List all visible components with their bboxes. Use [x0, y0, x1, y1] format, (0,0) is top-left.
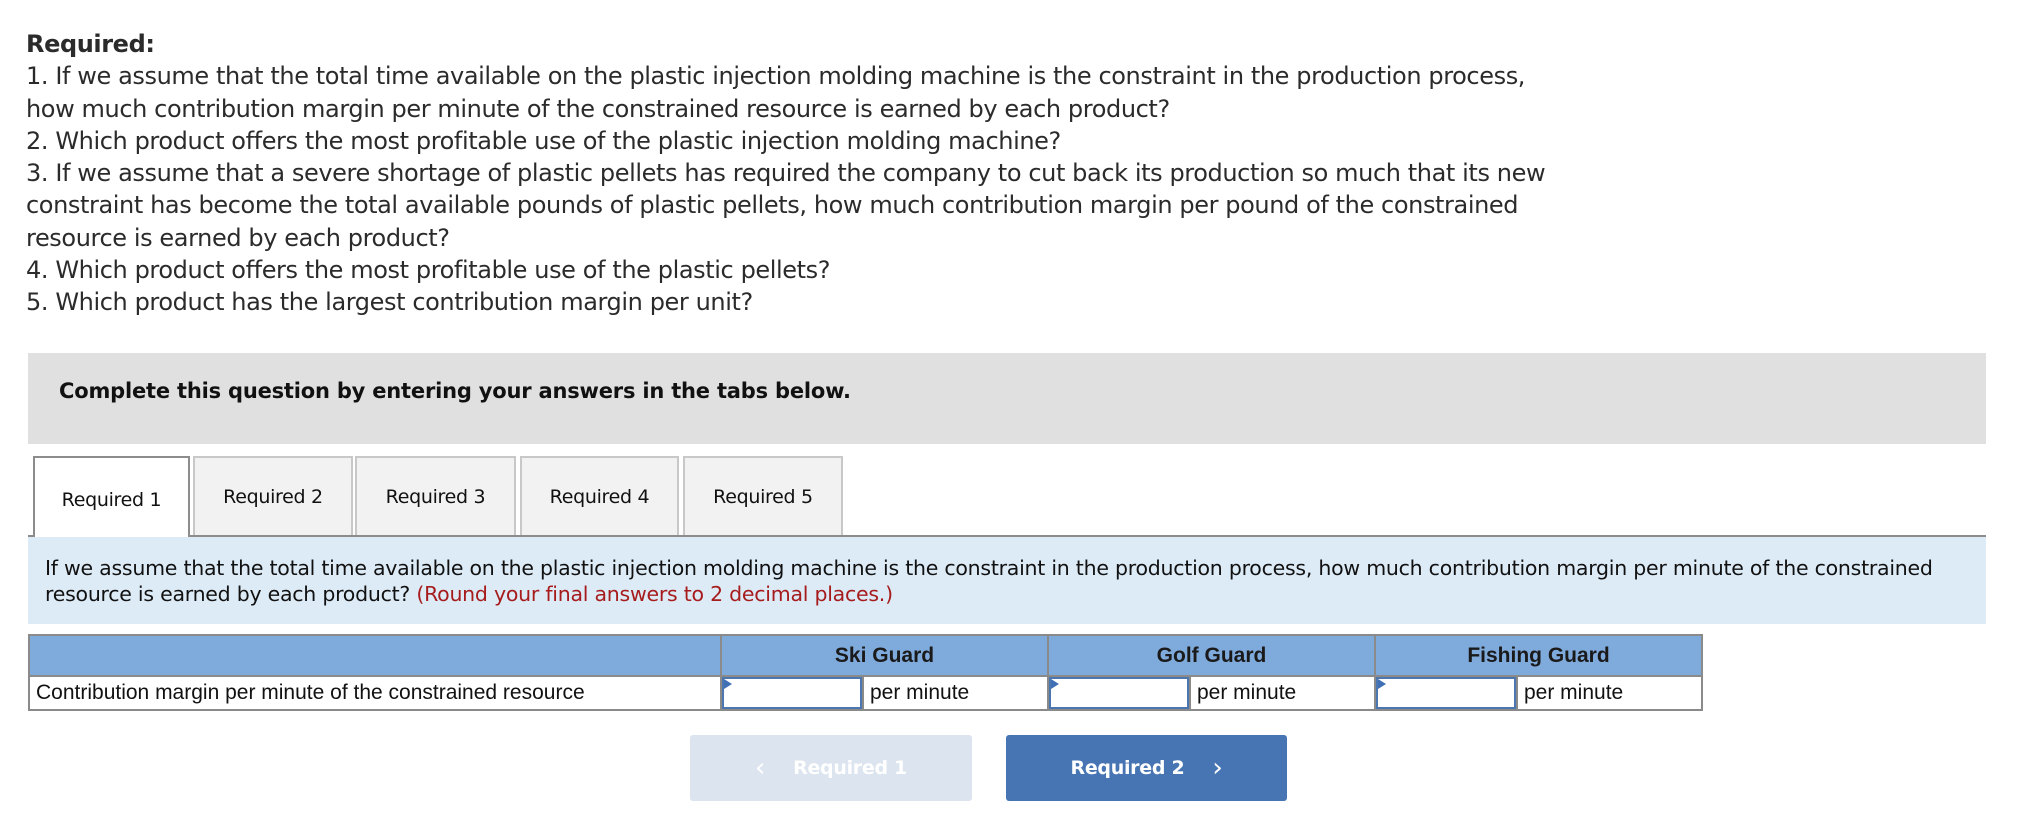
tab-required-1[interactable]: Required 1: [33, 456, 190, 537]
ski-guard-input-wrapper: [722, 677, 862, 709]
required-line: how much contribution margin per minute …: [26, 94, 1170, 123]
tab-required-3[interactable]: Required 3: [355, 456, 516, 535]
tab-bar: Required 1 Required 2 Required 3 Require…: [28, 456, 1986, 537]
table-row: Contribution margin per minute of the co…: [28, 675, 1703, 711]
tab-required-5[interactable]: Required 5: [683, 456, 843, 535]
chevron-right-icon: ›: [1212, 753, 1223, 783]
chevron-left-icon: ‹: [755, 753, 766, 783]
instruction-text: Complete this question by entering your …: [59, 379, 851, 403]
required-instructions: Required: 1. If we assume that the total…: [26, 28, 1646, 319]
prev-required-button[interactable]: ‹ Required 1: [690, 735, 972, 801]
rounding-hint: (Round your final answers to 2 decimal p…: [416, 582, 893, 606]
table-header-row: Ski Guard Golf Guard Fishing Guard: [28, 634, 1703, 677]
column-header-golf-guard: Golf Guard: [1047, 634, 1376, 677]
table-header-blank: [28, 634, 722, 677]
input-marker-icon: [1378, 679, 1386, 689]
required-line: resource is earned by each product?: [26, 223, 450, 252]
row-label: Contribution margin per minute of the co…: [28, 675, 722, 711]
fishing-guard-unit: per minute: [1516, 677, 1701, 709]
required-line: 5. Which product has the largest contrib…: [26, 288, 753, 317]
instruction-banner: Complete this question by entering your …: [28, 353, 1986, 444]
question-prompt: If we assume that the total time availab…: [28, 537, 1986, 624]
golf-guard-input[interactable]: [1051, 679, 1187, 707]
required-heading: Required:: [26, 30, 155, 58]
golf-guard-unit: per minute: [1189, 677, 1374, 709]
ski-guard-cell: per minute: [720, 675, 1049, 711]
required-line: constraint has become the total availabl…: [26, 191, 1519, 220]
fishing-guard-input[interactable]: [1378, 679, 1514, 707]
ski-guard-input[interactable]: [724, 679, 860, 707]
next-button-label: Required 2: [1070, 757, 1185, 779]
fishing-guard-input-wrapper: [1376, 677, 1516, 709]
required-line: 4. Which product offers the most profita…: [26, 256, 831, 285]
question-text: If we assume that the total time availab…: [45, 556, 1933, 606]
required-line: 2. Which product offers the most profita…: [26, 126, 1061, 155]
prev-button-label: Required 1: [793, 757, 907, 779]
input-marker-icon: [1051, 679, 1059, 689]
golf-guard-cell: per minute: [1047, 675, 1376, 711]
answer-table: Ski Guard Golf Guard Fishing Guard Contr…: [28, 634, 1703, 711]
required-line: 3. If we assume that a severe shortage o…: [26, 159, 1546, 188]
column-header-fishing-guard: Fishing Guard: [1374, 634, 1703, 677]
tab-required-2[interactable]: Required 2: [193, 456, 353, 535]
golf-guard-input-wrapper: [1049, 677, 1189, 709]
required-line: 1. If we assume that the total time avai…: [26, 62, 1526, 91]
input-marker-icon: [724, 679, 732, 689]
fishing-guard-cell: per minute: [1374, 675, 1703, 711]
tab-required-4[interactable]: Required 4: [520, 456, 679, 535]
ski-guard-unit: per minute: [862, 677, 1047, 709]
next-required-button[interactable]: Required 2 ›: [1006, 735, 1287, 801]
column-header-ski-guard: Ski Guard: [720, 634, 1049, 677]
